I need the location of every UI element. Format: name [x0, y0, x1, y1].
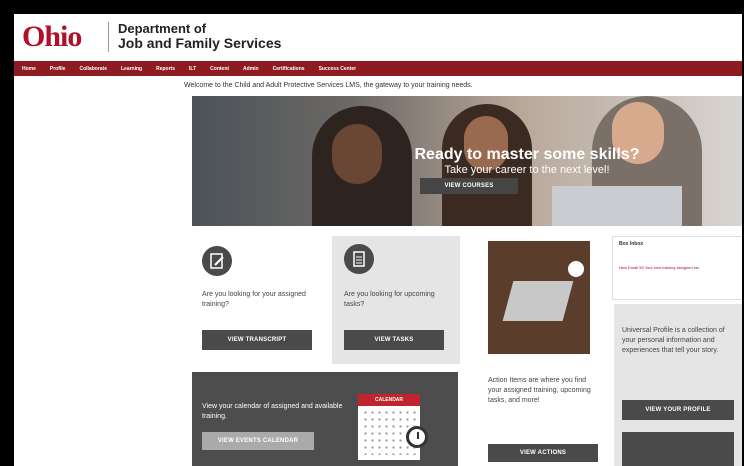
browser-frame: Ohio Department of Job and Family Servic…	[14, 14, 742, 466]
nav-item-certifications[interactable]: Certifications	[273, 66, 305, 72]
profile-lower-panel	[622, 432, 734, 466]
inbox-title: Box Inbox	[619, 241, 644, 247]
ohio-logo[interactable]: Ohio	[22, 20, 82, 54]
tasks-card: Are you looking for upcoming tasks? VIEW…	[332, 236, 460, 364]
tasks-text: Are you looking for upcoming tasks?	[344, 291, 435, 308]
nav-item-success-center[interactable]: Success Center	[319, 66, 357, 72]
nav-item-profile[interactable]: Profile	[50, 66, 66, 72]
department-title: Department of Job and Family Services	[118, 21, 282, 51]
view-transcript-button[interactable]: VIEW TRANSCRIPT	[202, 330, 312, 350]
dept-line2: Job and Family Services	[118, 35, 282, 51]
inbox-widget: Box Inbox New Email 55 Your new training…	[612, 236, 742, 300]
view-actions-button[interactable]: VIEW ACTIONS	[488, 444, 598, 462]
transcript-card: Are you looking for your assigned traini…	[192, 236, 322, 364]
hero-laptop	[552, 186, 682, 226]
transcript-text: Are you looking for your assigned traini…	[202, 291, 306, 308]
calendar-text: View your calendar of assigned and avail…	[202, 403, 343, 420]
welcome-text: Welcome to the Child and Adult Protectiv…	[184, 82, 473, 89]
nav-item-collaborate[interactable]: Collaborate	[79, 66, 107, 72]
view-profile-button[interactable]: VIEW YOUR PROFILE	[622, 400, 734, 420]
nav-item-ilt[interactable]: ILT	[189, 66, 196, 72]
dept-line1: Department of	[118, 21, 207, 36]
desk-photo	[488, 241, 590, 354]
photo-laptop	[502, 281, 574, 321]
nav-item-admin[interactable]: Admin	[243, 66, 259, 72]
calendar-card: View your calendar of assigned and avail…	[192, 372, 458, 466]
nav-item-content[interactable]: Content	[210, 66, 229, 72]
profile-text: Universal Profile is a collection of you…	[622, 327, 725, 354]
view-tasks-button[interactable]: VIEW TASKS	[344, 330, 444, 350]
nav-item-reports[interactable]: Reports	[156, 66, 175, 72]
hero-title: Ready to master some skills?	[414, 146, 640, 163]
profile-card: Universal Profile is a collection of you…	[614, 304, 742, 466]
photo-mug	[568, 261, 584, 277]
inbox-item[interactable]: New Email 55 Your new training assigned …	[619, 265, 729, 271]
view-events-calendar-button[interactable]: VIEW EVENTS CALENDAR	[202, 432, 314, 450]
logo-divider	[108, 22, 109, 52]
hero-banner: Ready to master some skills? Take your c…	[192, 96, 742, 226]
edit-document-icon	[202, 246, 232, 276]
clock-icon	[406, 426, 428, 448]
clipboard-icon	[344, 244, 374, 274]
main-nav: Home Profile Collaborate Learning Report…	[14, 61, 742, 76]
site-header: Ohio Department of Job and Family Servic…	[14, 14, 742, 60]
hero-subtitle: Take your career to the next level!	[444, 164, 610, 176]
nav-item-home[interactable]: Home	[22, 66, 36, 72]
view-courses-button[interactable]: VIEW COURSES	[420, 178, 518, 194]
nav-item-learning[interactable]: Learning	[121, 66, 142, 72]
calendar-icon-header: CALENDAR	[358, 394, 420, 406]
action-items-text: Action Items are where you find your ass…	[488, 377, 591, 404]
